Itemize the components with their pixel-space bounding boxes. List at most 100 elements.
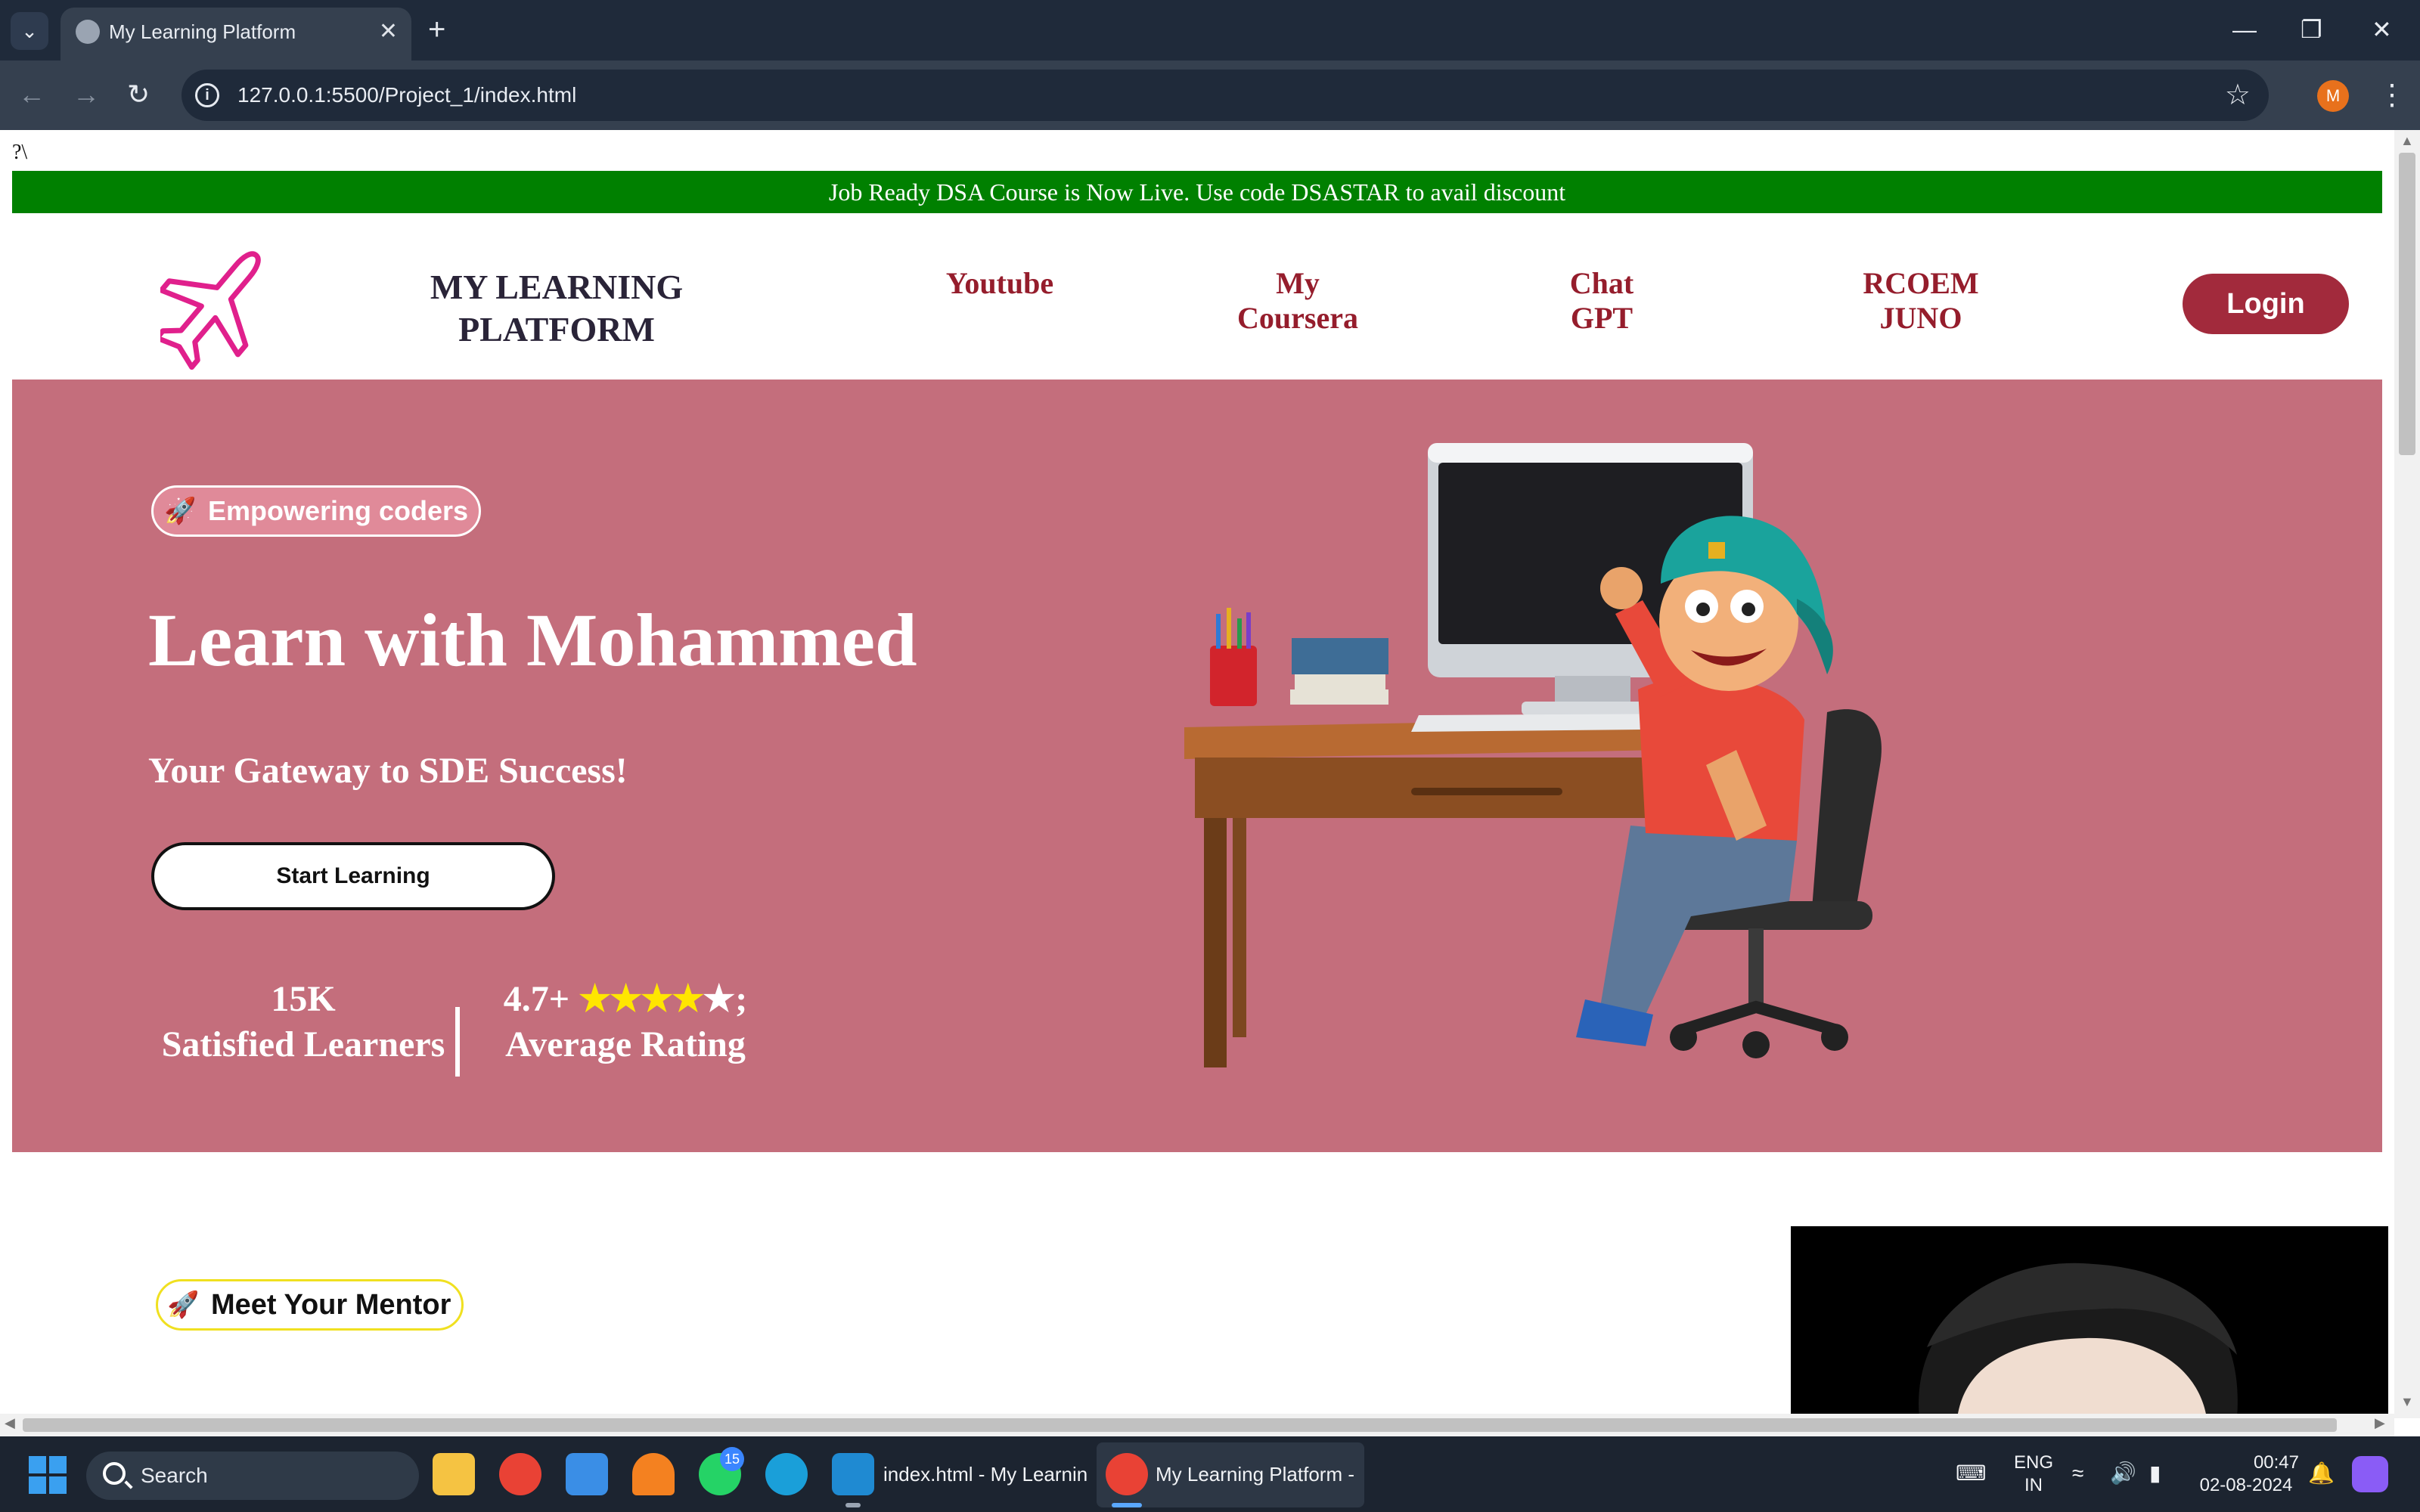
start-learning-button[interactable]: Start Learning (151, 842, 555, 910)
nav-link-rcoem-juno[interactable]: RCOEM JUNO (1823, 266, 2019, 336)
screen: ⌄ My Learning Platform ✕ + — ❐ ✕ ← → ↻ i… (0, 0, 2420, 1512)
nav-label-line-1: My (1276, 266, 1320, 300)
rocket-icon: 🚀 (164, 497, 197, 525)
site-info-icon[interactable]: i (195, 83, 219, 107)
vertical-scrollbar[interactable]: ▲ ▼ (2394, 130, 2420, 1418)
vscode-window-label[interactable]: index.html - My Learnin (883, 1461, 1087, 1488)
mentor-photo (1791, 1226, 2388, 1418)
hero-section: 🚀 Empowering coders Learn with Mohammed … (12, 380, 2382, 1152)
tab-title: My Learning Platform (109, 20, 296, 43)
new-tab-button[interactable]: + (428, 11, 445, 48)
stray-text: ?\ (12, 141, 28, 164)
battery-icon[interactable]: ▮ (2149, 1462, 2161, 1485)
whatsapp-notification-badge: 15 (720, 1447, 744, 1471)
close-tab-icon[interactable]: ✕ (379, 17, 398, 47)
globe-icon (76, 20, 100, 44)
nav-label-line-2: JUNO (1879, 301, 1962, 335)
language-indicator[interactable]: ENG IN (2007, 1452, 2060, 1497)
wifi-icon[interactable]: ≈ (2072, 1462, 2083, 1485)
nav-label-line-2: GPT (1570, 301, 1634, 335)
nav-label-line-1: Youtube (945, 266, 1054, 300)
clock-date: 02-08-2024 (2199, 1475, 2293, 1495)
minimize-button[interactable]: — (2232, 11, 2257, 48)
announcement-bar: Job Ready DSA Course is Now Live. Use co… (12, 171, 2382, 213)
mentor-portrait-image (1919, 1263, 2238, 1418)
mentor-badge-label: Meet Your Mentor (211, 1289, 451, 1321)
keyboard-icon[interactable]: ⌨ (1956, 1462, 1986, 1485)
login-button[interactable]: Login (2183, 274, 2349, 334)
nav-label-line-2: Coursera (1237, 301, 1358, 335)
browser-tab[interactable]: My Learning Platform ✕ (60, 8, 411, 60)
browser-toolbar: ← → ↻ i 127.0.0.1:5500/Project_1/index.h… (0, 60, 2420, 130)
rating-star-empty-icon: ★ (703, 979, 736, 1019)
notification-bell-icon[interactable]: 🔔 (2308, 1462, 2335, 1485)
browser-menu-icon[interactable]: ⋮ (2378, 73, 2406, 118)
address-bar[interactable]: i 127.0.0.1:5500/Project_1/index.html ☆ (182, 70, 2269, 121)
brand-line-2: PLATFORM (458, 310, 655, 349)
scroll-right-arrow-icon[interactable]: ▶ (2375, 1415, 2385, 1431)
profile-avatar[interactable]: M (2317, 80, 2349, 112)
stat-divider (455, 1007, 460, 1077)
empowering-coders-badge: 🚀 Empowering coders (151, 485, 482, 537)
vscode-running-indicator (845, 1503, 861, 1507)
site-header: MY LEARNING PLATFORM Youtube My Coursera… (12, 213, 2382, 380)
file-explorer-icon[interactable] (433, 1453, 475, 1495)
learners-count: 15K (271, 979, 336, 1019)
vscode-icon[interactable] (832, 1453, 874, 1495)
clock-time: 00:47 (2253, 1452, 2299, 1473)
brand-name[interactable]: MY LEARNING PLATFORM (375, 266, 738, 351)
bookmark-star-icon[interactable]: ☆ (2225, 77, 2251, 113)
scroll-down-arrow-icon[interactable]: ▼ (2400, 1394, 2414, 1410)
chrome-active-indicator (1112, 1503, 1142, 1507)
scroll-left-arrow-icon[interactable]: ◀ (5, 1415, 15, 1431)
language-line-1: ENG (2013, 1452, 2053, 1473)
rating-label: Average Rating (505, 1024, 746, 1064)
rocket-icon: 🚀 (167, 1290, 200, 1319)
rating-value-row: 4.7+ ★★★★★; (486, 977, 765, 1022)
boy-at-desk-illustration (1184, 443, 1882, 1067)
reload-icon[interactable]: ↻ (127, 76, 150, 113)
microsoft-store-icon[interactable] (566, 1453, 608, 1495)
volume-icon[interactable]: 🔊 (2110, 1462, 2136, 1485)
taskbar-search-label: Search (141, 1464, 208, 1487)
nav-link-chatgpt[interactable]: Chat GPT (1503, 266, 1700, 336)
airplane-logo-icon[interactable] (160, 234, 266, 378)
scroll-up-arrow-icon[interactable]: ▲ (2400, 133, 2414, 149)
meet-your-mentor-badge: 🚀 Meet Your Mentor (156, 1279, 464, 1331)
back-arrow-icon[interactable]: ← (18, 76, 45, 113)
nav-label-line-1: RCOEM (1863, 266, 1979, 300)
chrome-window-label[interactable]: My Learning Platform - (1156, 1461, 1354, 1488)
horizontal-scroll-thumb[interactable] (23, 1418, 2337, 1432)
nav-label-line-1: Chat (1569, 266, 1634, 300)
browser-tab-bar: ⌄ My Learning Platform ✕ + — ❐ ✕ (0, 0, 2420, 60)
clock[interactable]: 00:47 02-08-2024 (2193, 1452, 2299, 1497)
cloudflare-icon[interactable] (632, 1453, 675, 1495)
horizontal-scrollbar[interactable]: ◀ ▶ (0, 1414, 2394, 1436)
taskbar-search-box[interactable]: Search (86, 1452, 419, 1500)
page-viewport: ?\ Job Ready DSA Course is Now Live. Use… (0, 130, 2394, 1418)
search-icon (103, 1462, 126, 1485)
chrome-icon[interactable] (1106, 1453, 1148, 1495)
rating-value: 4.7+ (503, 979, 570, 1019)
copilot-icon[interactable] (2352, 1456, 2388, 1492)
vertical-scroll-thumb[interactable] (2399, 153, 2415, 455)
rating-stat: 4.7+ ★★★★★; Average Rating (486, 977, 765, 1067)
edge-icon[interactable] (765, 1453, 808, 1495)
badge-label: Empowering coders (208, 495, 469, 526)
nav-link-coursera[interactable]: My Coursera (1199, 266, 1396, 336)
rating-stars-icon: ★★★★ (579, 979, 704, 1019)
hero-title: Learn with Mohammed (148, 598, 917, 682)
tab-search-button[interactable]: ⌄ (11, 12, 48, 50)
nav-link-youtube[interactable]: Youtube (901, 266, 1098, 301)
restore-button[interactable]: ❐ (2301, 11, 2322, 48)
windows-start-icon[interactable] (29, 1456, 67, 1494)
forward-arrow-icon[interactable]: → (73, 76, 100, 113)
rating-suffix: ; (735, 979, 748, 1019)
windows-taskbar: Search 15 index.html - My Learnin My Lea… (0, 1436, 2420, 1512)
brand-line-1: MY LEARNING (430, 268, 684, 306)
hero-subtitle: Your Gateway to SDE Success! (148, 751, 628, 791)
chrome-profile-icon[interactable] (499, 1453, 541, 1495)
learners-stat: 15K Satisfied Learners (148, 977, 458, 1067)
url-text[interactable]: 127.0.0.1:5500/Project_1/index.html (237, 82, 576, 109)
close-window-button[interactable]: ✕ (2372, 11, 2392, 48)
